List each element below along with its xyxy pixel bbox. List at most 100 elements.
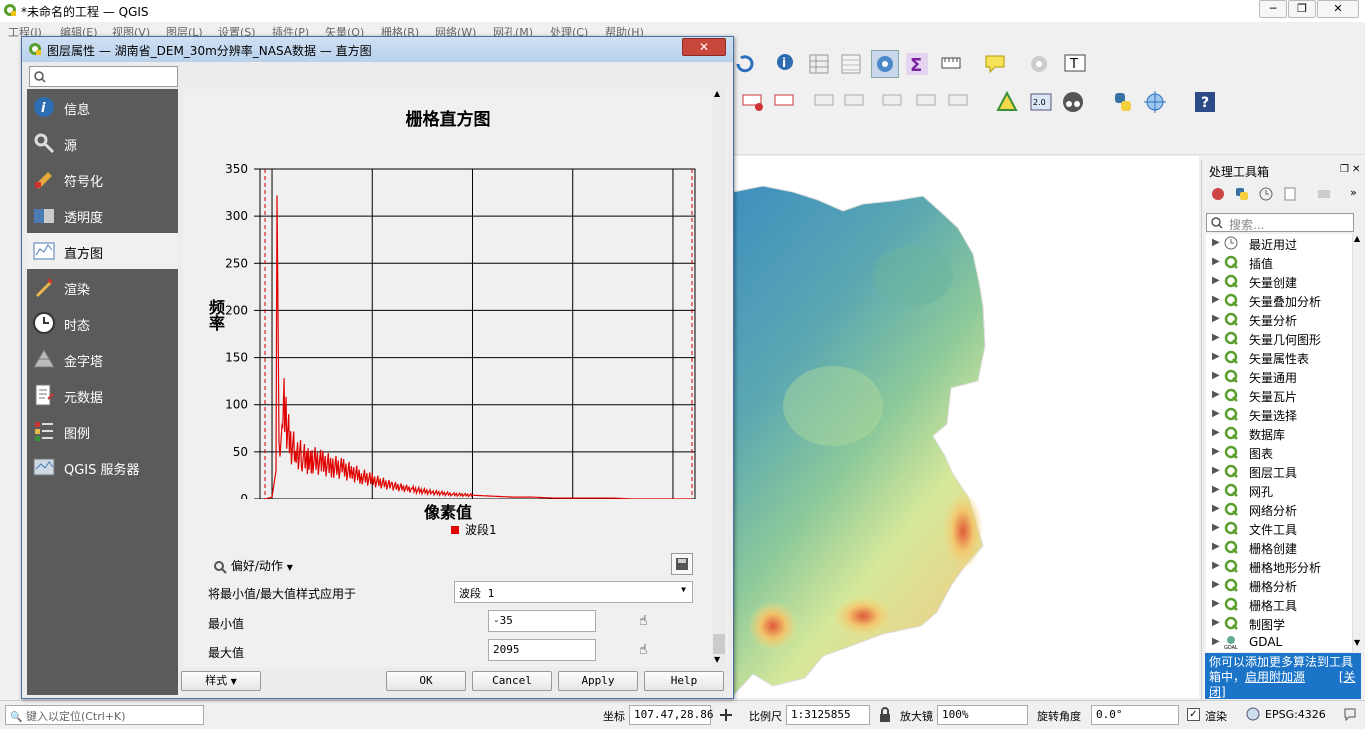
field-calculator-icon[interactable]: [839, 52, 863, 76]
maximize-button[interactable]: ❐: [1288, 0, 1316, 18]
float-dock-icon[interactable]: ❐: [1340, 164, 1349, 175]
scroll-down-icon[interactable]: ▼: [1354, 638, 1360, 647]
expand-arrow-icon[interactable]: ▶: [1212, 351, 1220, 362]
toolbox-tree-item[interactable]: ▶ 文件工具: [1206, 519, 1352, 538]
toolbox-tree-item[interactable]: ▶ 矢量分析: [1206, 310, 1352, 329]
expand-arrow-icon[interactable]: ▶: [1212, 370, 1220, 381]
nav-item[interactable]: 图例: [27, 413, 178, 449]
plugin-face-icon[interactable]: [1061, 90, 1085, 114]
style-menu-button[interactable]: 样式 ▼: [181, 671, 261, 691]
toolbox-tree-item[interactable]: ▶ 网络分析: [1206, 500, 1352, 519]
toolbox-tree-item[interactable]: ▶ 插值: [1206, 253, 1352, 272]
refresh-icon[interactable]: [733, 52, 757, 76]
scroll-thumb[interactable]: [713, 634, 725, 654]
crs-label[interactable]: EPSG:4326: [1265, 708, 1326, 721]
toolbox-tree-item[interactable]: ▶ 图层工具: [1206, 462, 1352, 481]
help-icon[interactable]: ?: [1193, 90, 1217, 114]
expand-arrow-icon[interactable]: ▶: [1212, 617, 1220, 628]
expand-arrow-icon[interactable]: ▶: [1212, 427, 1220, 438]
toolbox-tree-item[interactable]: ▶ 矢量通用: [1206, 367, 1352, 386]
scroll-up-icon[interactable]: ▲: [1354, 234, 1360, 243]
identify-icon[interactable]: i: [775, 52, 799, 76]
expand-arrow-icon[interactable]: ▶: [1212, 275, 1220, 286]
toolbox-search-input[interactable]: 搜索...: [1206, 213, 1354, 232]
expand-arrow-icon[interactable]: ▶: [1212, 389, 1220, 400]
toolbox-tree-item[interactable]: ▶ 矢量瓦片: [1206, 386, 1352, 405]
toolbox-tree-item[interactable]: ▶ 矢量叠加分析: [1206, 291, 1352, 310]
apply-button[interactable]: Apply: [558, 671, 638, 691]
toolbox-tree-item[interactable]: ▶ 矢量选择: [1206, 405, 1352, 424]
enable-additional-sources-link[interactable]: 启用附加源: [1245, 670, 1305, 684]
crs-globe-icon[interactable]: [1246, 707, 1260, 721]
label-change-icon[interactable]: [915, 90, 939, 114]
nav-item[interactable]: 金字塔: [27, 341, 178, 377]
expand-arrow-icon[interactable]: ▶: [1212, 598, 1220, 609]
expand-arrow-icon[interactable]: ▶: [1212, 256, 1220, 267]
scroll-up-icon[interactable]: ▲: [714, 89, 720, 98]
expand-arrow-icon[interactable]: ▶: [1212, 465, 1220, 476]
results-icon[interactable]: [1282, 186, 1298, 202]
nav-item[interactable]: i 信息: [27, 89, 178, 125]
max-value-field[interactable]: 2095: [488, 639, 596, 661]
band-select[interactable]: 波段 1 ▼: [454, 581, 693, 603]
dialog-close-button[interactable]: ✕: [682, 38, 726, 56]
toolbox-tree-item[interactable]: ▶ 栅格分析: [1206, 576, 1352, 595]
messages-icon[interactable]: [1343, 707, 1357, 721]
expand-arrow-icon[interactable]: ▶: [1212, 484, 1220, 495]
toolbox-tree-item[interactable]: ▶ 最近用过: [1206, 234, 1352, 253]
label-show-icon[interactable]: [813, 90, 837, 114]
histogram-chart[interactable]: 0500100015002000050100150200250300350: [183, 129, 713, 499]
label-rotate-icon[interactable]: [881, 90, 905, 114]
nav-item[interactable]: 符号化: [27, 161, 178, 197]
toolbox-tree-item[interactable]: ▶ 栅格地形分析: [1206, 557, 1352, 576]
python-console-icon[interactable]: [1111, 90, 1135, 114]
toolbox-tree-item[interactable]: ▶ 数据库: [1206, 424, 1352, 443]
dialog-search-input[interactable]: [29, 66, 178, 87]
toolbox-tree-item[interactable]: ▶ 图表: [1206, 443, 1352, 462]
min-value-field[interactable]: -35: [488, 610, 596, 632]
globe-crosshair-icon[interactable]: [1143, 90, 1167, 114]
close-dock-icon[interactable]: ✕: [1352, 164, 1360, 175]
lock-scale-icon[interactable]: [878, 707, 892, 723]
version-2-icon[interactable]: 2.0: [1029, 90, 1053, 114]
nav-item[interactable]: 时态: [27, 305, 178, 341]
toggle-extents-icon[interactable]: [718, 707, 734, 723]
label-diagram-icon[interactable]: [947, 90, 971, 114]
label-tool-icon[interactable]: [741, 90, 765, 114]
expand-arrow-icon[interactable]: ▶: [1212, 503, 1220, 514]
more-chevron-icon[interactable]: »: [1350, 186, 1357, 199]
text-annotation-icon[interactable]: T: [1063, 52, 1087, 76]
nav-item[interactable]: 透明度: [27, 197, 178, 233]
expand-arrow-icon[interactable]: ▶: [1212, 560, 1220, 571]
save-histogram-button[interactable]: [671, 553, 693, 575]
help-button[interactable]: Help: [644, 671, 724, 691]
statistics-sigma-icon[interactable]: Σ: [905, 52, 929, 76]
coord-field[interactable]: 107.47,28.86: [629, 705, 713, 725]
toolbox-tree-item[interactable]: ▶ 网孔: [1206, 481, 1352, 500]
scroll-down-icon[interactable]: ▼: [714, 655, 720, 664]
georeferencer-icon[interactable]: [995, 90, 1019, 114]
pick-max-hand-icon[interactable]: ☝: [639, 642, 648, 658]
prefs-actions-button[interactable]: 偏好/动作 ▼: [213, 557, 293, 574]
measure-icon[interactable]: [939, 52, 963, 76]
map-canvas[interactable]: [733, 156, 1199, 698]
expand-arrow-icon[interactable]: ▶: [1212, 332, 1220, 343]
toolbox-tree-item[interactable]: ▶ 制图学: [1206, 614, 1352, 633]
nav-item[interactable]: 元数据: [27, 377, 178, 413]
edit-in-place-icon[interactable]: [1316, 186, 1332, 202]
label-move-icon[interactable]: [843, 90, 867, 114]
expand-arrow-icon[interactable]: ▶: [1212, 541, 1220, 552]
expand-arrow-icon[interactable]: ▶: [1212, 313, 1220, 324]
expand-arrow-icon[interactable]: ▶: [1212, 237, 1220, 248]
toolbox-tree-item[interactable]: ▶ 矢量属性表: [1206, 348, 1352, 367]
locator-input[interactable]: 🔍 键入以定位(Ctrl+K): [5, 705, 204, 725]
expand-arrow-icon[interactable]: ▶: [1212, 408, 1220, 419]
ok-button[interactable]: OK: [386, 671, 466, 691]
history-icon[interactable]: [1258, 186, 1274, 202]
expand-arrow-icon[interactable]: ▶: [1212, 579, 1220, 590]
expand-arrow-icon[interactable]: ▶: [1212, 522, 1220, 533]
settings-gear-icon[interactable]: [873, 52, 897, 76]
cancel-button[interactable]: Cancel: [472, 671, 552, 691]
dialog-content-scrollbar[interactable]: ▲ ▼: [712, 89, 726, 667]
rotation-field[interactable]: 0.0°: [1091, 705, 1179, 725]
